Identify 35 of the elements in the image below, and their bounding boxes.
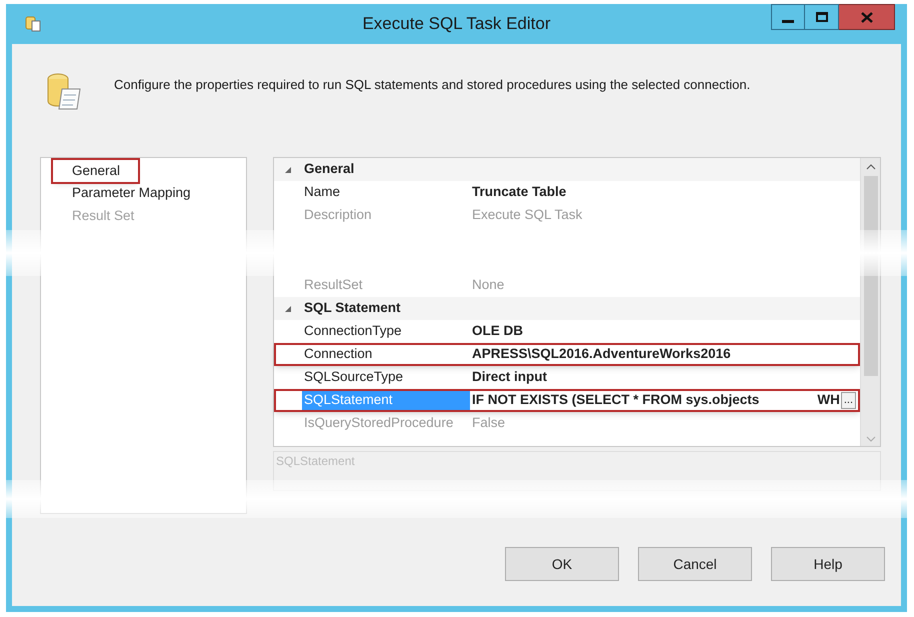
window-title: Execute SQL Task Editor bbox=[362, 13, 551, 36]
property-name[interactable]: Name bbox=[302, 182, 470, 202]
minimize-button[interactable] bbox=[771, 4, 805, 30]
property-value: IF NOT EXISTS (SELECT * FROM sys.objects bbox=[472, 391, 760, 410]
property-value: Truncate Table bbox=[472, 183, 566, 202]
property-name[interactable]: ConnectionType bbox=[302, 322, 470, 342]
category-label: SQL Statement bbox=[304, 299, 401, 318]
scroll-down-icon bbox=[866, 436, 876, 442]
property-value: False bbox=[472, 414, 506, 432]
description-text: Configure the properties required to run SQL statements and stored procedures using the selected connection. bbox=[114, 76, 750, 94]
app-icon bbox=[24, 14, 42, 32]
category-label: General bbox=[304, 160, 354, 178]
page-list-item[interactable]: General bbox=[53, 160, 138, 182]
dialog-button[interactable]: Help bbox=[771, 547, 885, 581]
page-list-item[interactable]: Parameter Mapping bbox=[53, 182, 209, 204]
dialog-button[interactable]: OK bbox=[505, 547, 619, 581]
property-value: Execute SQL Task bbox=[472, 206, 582, 224]
ellipsis-button[interactable]: ... bbox=[840, 392, 856, 409]
property-value: WH bbox=[817, 391, 840, 410]
close-icon bbox=[860, 12, 872, 22]
property-value: APRESS\SQL2016.AdventureWorks2016 bbox=[472, 345, 731, 364]
property-name[interactable]: Connection bbox=[302, 344, 470, 364]
expanded-triangle-icon[interactable] bbox=[284, 304, 292, 312]
minimize-icon bbox=[782, 20, 794, 22]
maximize-icon bbox=[816, 12, 828, 22]
scroll-up-icon bbox=[866, 164, 876, 170]
property-value: Direct input bbox=[472, 368, 548, 386]
expanded-triangle-icon[interactable] bbox=[284, 166, 292, 174]
property-name[interactable]: SQLSourceType bbox=[302, 368, 470, 388]
close-button[interactable] bbox=[839, 4, 895, 30]
dialog-button[interactable]: Cancel bbox=[638, 547, 752, 581]
maximize-button[interactable] bbox=[805, 4, 839, 30]
property-value: None bbox=[472, 276, 504, 294]
property-value: OLE DB bbox=[472, 322, 524, 340]
scroll-thumb[interactable] bbox=[864, 176, 878, 376]
